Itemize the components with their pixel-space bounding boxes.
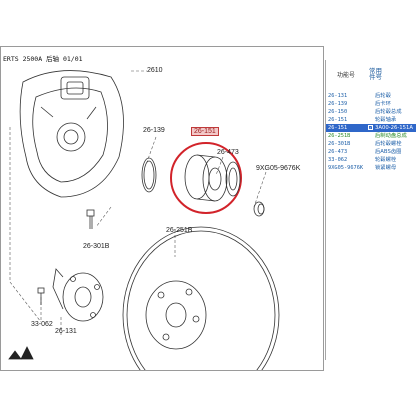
part-number: 9XG05-9676K	[328, 165, 364, 171]
parts-list-row[interactable]: 26-150 后轮毂总成	[326, 108, 416, 116]
callout-33-062[interactable]: 33-062	[31, 321, 53, 328]
brake-backing-plate	[19, 70, 124, 198]
part-number: 26-151	[328, 125, 348, 131]
part-number: 26-301B	[328, 141, 351, 147]
part-number: 33-062	[328, 157, 348, 163]
exploded-diagram-viewer[interactable]: ERTS 2500A 后轴 01/01 2610 26-139 26-151 2…	[0, 46, 324, 371]
parts-list-panel: 功能号 常用 件号 26-131 后轮毂 26-139 后卡环 26-150 后轮毂总成 2…	[325, 60, 416, 360]
part-name: 轮毂轴承	[375, 117, 397, 123]
parts-list-row[interactable]: 26-301B 后轮毂螺栓	[326, 140, 416, 148]
wheel-bolt	[37, 287, 45, 305]
callout-26-139[interactable]: 26-139	[143, 127, 165, 134]
parts-list: 26-131 后轮毂 26-139 后卡环 26-150 后轮毂总成 26-151 轮毂轴承 2…	[326, 92, 416, 172]
parts-list-header: 功能号 常用 件号	[326, 60, 416, 88]
part-name: 3A00-26-151A	[375, 125, 414, 131]
hub-bearing	[184, 154, 228, 202]
part-name: 后ABS齿圈	[375, 149, 402, 155]
parts-list-row[interactable]: 26-473 后ABS齿圈	[326, 148, 416, 156]
selected-checkbox-icon[interactable]: ✓	[368, 125, 373, 130]
callout-26-131[interactable]: 26-131	[55, 328, 77, 335]
callout-9xg05-9676k[interactable]: 9XG05-9676K	[256, 165, 300, 172]
part-name: 轮毂螺栓	[375, 157, 397, 163]
callout-26-301b[interactable]: 26-301B	[83, 243, 109, 250]
parts-list-row[interactable]: 26-151 轮毂轴承	[326, 116, 416, 124]
callout-26-473[interactable]: 26-473	[217, 149, 239, 156]
snap-ring	[141, 157, 157, 193]
part-number: 26-150	[328, 109, 348, 115]
part-name: 后卡环	[375, 101, 391, 107]
part-name: 后制动盘总成	[375, 133, 407, 139]
part-name: 后轮毂总成	[375, 109, 402, 115]
lock-nut	[253, 201, 265, 217]
part-number: 26-251B	[328, 133, 351, 139]
common-label-line2: 件号	[369, 73, 382, 81]
callout-26-251b[interactable]: 26-251B	[166, 227, 192, 234]
rear-hub	[52, 268, 104, 322]
orientation-marker	[8, 346, 34, 360]
hub-bolt	[86, 209, 95, 229]
part-number: 26-473	[328, 149, 348, 155]
parts-list-row[interactable]: 26-131 后轮毂	[326, 92, 416, 100]
column-header-common-part: 常用 件号	[366, 60, 416, 88]
parts-list-row[interactable]: 26-151 ✓ 3A00-26-151A	[326, 124, 416, 132]
part-name: 后轮毂	[375, 93, 391, 99]
part-name: 锁紧螺母	[375, 165, 397, 171]
part-number: 26-139	[328, 101, 348, 107]
part-number: 26-131	[328, 93, 348, 99]
abs-ring	[225, 161, 241, 197]
parts-catalog-window: ERTS 2500A 后轴 01/01 2610 26-139 26-151 2…	[0, 0, 416, 416]
brake-disc	[122, 226, 280, 370]
parts-list-row[interactable]: 26-139 后卡环	[326, 100, 416, 108]
part-number: 26-151	[328, 117, 348, 123]
part-name: 后轮毂螺栓	[375, 141, 402, 147]
parts-list-row[interactable]: 26-251B 后制动盘总成	[326, 132, 416, 140]
parts-list-row[interactable]: 33-062 轮毂螺栓	[326, 156, 416, 164]
parts-list-row[interactable]: 9XG05-9676K 锁紧螺母	[326, 164, 416, 172]
column-header-function-number: 功能号	[336, 71, 355, 79]
callout-26-151[interactable]: 26-151	[191, 127, 219, 136]
callout-2610[interactable]: 2610	[147, 67, 163, 74]
